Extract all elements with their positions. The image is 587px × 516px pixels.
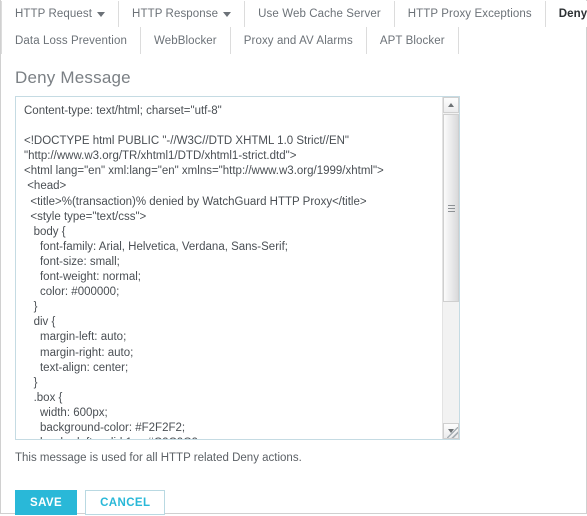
scrollbar-thumb[interactable] [443,114,459,302]
cancel-button[interactable]: CANCEL [85,490,166,515]
tab-data-loss-prevention[interactable]: Data Loss Prevention [1,27,141,54]
tab-apt-blocker[interactable]: APT Blocker [366,27,459,54]
tab-label: Proxy and AV Alarms [243,34,353,47]
page-title: Deny Message [15,68,131,87]
help-text: This message is used for all HTTP relate… [15,452,302,464]
tab-row-filler [459,27,586,54]
tab-label: Data Loss Prevention [15,34,127,47]
tab-bar: HTTP Request HTTP Response Use Web Cache… [1,0,587,54]
tab-http-response[interactable]: HTTP Response [119,1,246,27]
scroll-up-button[interactable] [443,97,459,113]
tab-label: HTTP Response [132,8,219,20]
tab-row-primary: HTTP Request HTTP Response Use Web Cache… [1,1,587,27]
save-button[interactable]: SAVE [15,490,78,515]
tab-use-web-cache-server[interactable]: Use Web Cache Server [245,1,395,27]
deny-message-textarea[interactable]: Content-type: text/html; charset="utf-8"… [16,97,442,439]
grip-icon [447,204,455,212]
tab-proxy-and-av-alarms[interactable]: Proxy and AV Alarms [230,27,367,54]
tab-label: HTTP Proxy Exceptions [407,8,532,20]
tab-label: HTTP Request [15,8,93,20]
vertical-scrollbar[interactable] [442,97,459,439]
deny-message-editor[interactable]: Content-type: text/html; charset="utf-8"… [15,96,460,440]
tab-http-request[interactable]: HTTP Request [1,1,120,27]
tab-webblocker[interactable]: WebBlocker [140,27,231,54]
chevron-down-icon [97,11,106,17]
main-content: Deny Message Content-type: text/html; ch… [1,68,586,515]
tab-http-proxy-exceptions[interactable]: HTTP Proxy Exceptions [394,1,546,27]
tab-deny-messages[interactable]: Deny Messages [545,1,587,27]
tab-label: Deny Messages [558,8,587,20]
tab-label: Use Web Cache Server [258,8,381,20]
chevron-down-icon [223,11,232,17]
resize-handle-icon[interactable] [447,427,458,438]
tab-label: WebBlocker [153,34,217,47]
tab-label: APT Blocker [379,34,445,47]
triangle-up-icon [448,103,454,107]
tab-row-secondary: Data Loss Prevention WebBlocker Proxy an… [1,27,586,54]
action-button-row: SAVE CANCEL [15,490,572,515]
